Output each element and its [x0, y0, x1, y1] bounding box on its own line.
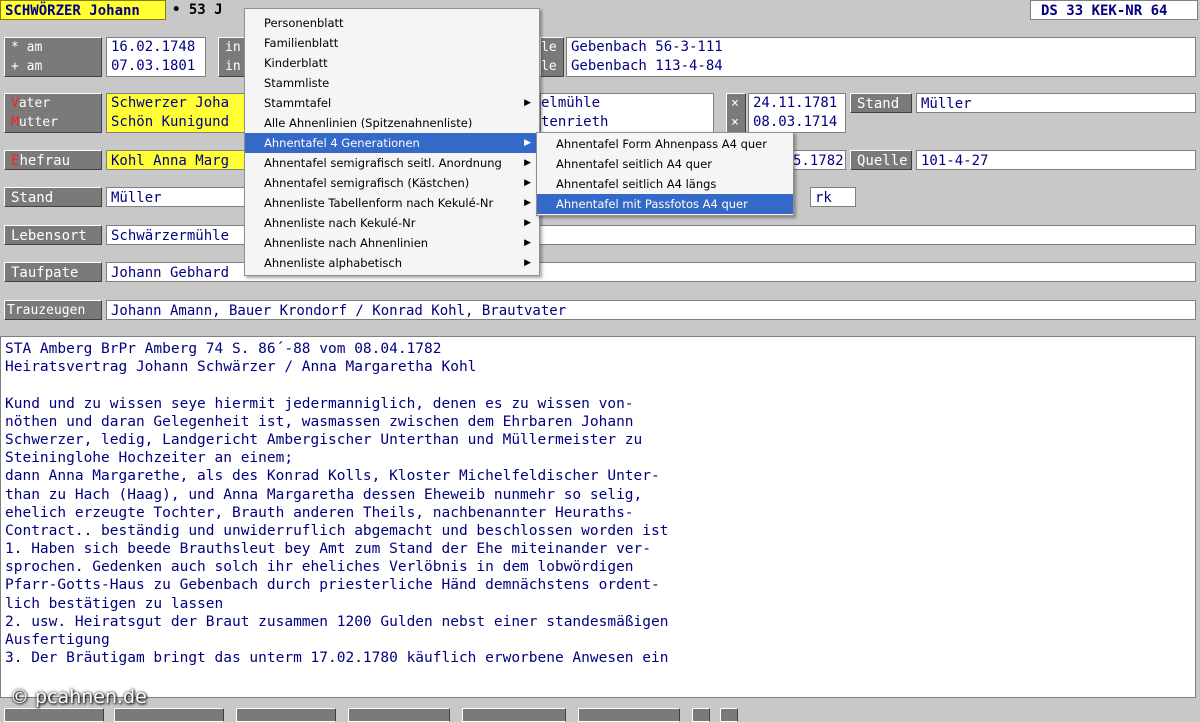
- birth-label: * am: [11, 40, 43, 55]
- submenu-arrow-icon: ▶: [524, 158, 531, 168]
- ds-kek-number: DS 33 KEK-NR 64: [1030, 0, 1198, 20]
- menu-item-stammliste[interactable]: Stammliste: [245, 73, 539, 93]
- mother-marker: ×: [731, 115, 739, 130]
- parent-names[interactable]: Schwerzer Joha Schön Kunigund: [106, 93, 246, 133]
- spouse-name[interactable]: Kohl Anna Marg: [106, 150, 246, 170]
- spouse-quelle-label: Quelle: [850, 150, 912, 170]
- submenu-arrow-icon: ▶: [524, 98, 531, 108]
- notes-line: than zu Hach (Haag), und Anna Margaretha…: [5, 486, 643, 503]
- stand-extra[interactable]: rk: [810, 187, 856, 207]
- submenu-ahnentafel: Ahnentafel Form Ahnenpass A4 quer Ahnent…: [536, 132, 794, 216]
- parent-places[interactable]: elmühle tenrieth: [540, 93, 714, 133]
- birth-quelle-label: le: [541, 40, 557, 55]
- birth-date[interactable]: 16.02.1748: [111, 38, 205, 57]
- mother-place[interactable]: tenrieth: [541, 113, 713, 132]
- father-place[interactable]: elmühle: [541, 94, 713, 113]
- father-stand-value[interactable]: Müller: [916, 93, 1196, 113]
- death-source[interactable]: Gebenbach 113-4-84: [571, 57, 1195, 76]
- notes-line: ehelich erzeugte Tochter, Brauth anderen…: [5, 504, 634, 521]
- parent-dates[interactable]: 24.11.1781 08.03.1714: [748, 93, 846, 133]
- stand-label: Stand: [4, 187, 102, 207]
- notes-line: Schwerzer, ledig, Landgericht Ambergisch…: [5, 431, 643, 448]
- menu-item-alle-ahnenlinien[interactable]: Alle Ahnenlinien (Spitzenahnenliste): [245, 113, 539, 133]
- menu-item-ahnenliste-kekule[interactable]: Ahnenliste nach Kekulé-Nr ▶: [245, 213, 539, 233]
- age-indicator: • 53 J: [172, 2, 223, 18]
- notes-line: Pfarr-Gotts-Haus zu Gebenbach durch prie…: [5, 577, 660, 594]
- submenu-arrow-icon: ▶: [524, 138, 531, 148]
- marriage-date[interactable]: 5.1782: [792, 150, 846, 170]
- notes-line: 2. usw. Heiratsgut der Braut zusammen 12…: [5, 613, 669, 630]
- menu-item-stammtafel[interactable]: Stammtafel ▶: [245, 93, 539, 113]
- mother-label: Mutter: [11, 115, 58, 130]
- birth-death-sources[interactable]: Gebenbach 56-3-111 Gebenbach 113-4-84: [566, 37, 1196, 77]
- submenu-arrow-icon: ▶: [524, 238, 531, 248]
- trauzeugen-value[interactable]: Johann Amann, Bauer Krondorf / Konrad Ko…: [106, 300, 1196, 320]
- context-menu: Personenblatt Familienblatt Kinderblatt …: [244, 8, 540, 276]
- submenu-arrow-icon: ▶: [524, 258, 531, 268]
- notes-line: 1. Haben sich beede Brauthsleut bey Amt …: [5, 541, 652, 558]
- notes-line: Heiratsvertrag Johann Schwärzer / Anna M…: [5, 359, 477, 376]
- menu-item-ahnentafel-4-generationen[interactable]: Ahnentafel 4 Generationen ▶: [245, 133, 539, 153]
- trauzeugen-label: Trauzeugen: [4, 300, 102, 320]
- notes-line: lich bestätigen zu lassen: [5, 595, 224, 612]
- menu-item-familienblatt[interactable]: Familienblatt: [245, 33, 539, 53]
- parent-labels: Vater Mutter: [4, 93, 102, 133]
- spouse-label: Ehefrau: [4, 150, 102, 170]
- notes-line: [5, 376, 1191, 394]
- father-name[interactable]: Schwerzer Joha: [111, 94, 245, 113]
- watermark: © pcahnen.de: [10, 686, 147, 708]
- stand-value[interactable]: Müller: [106, 187, 246, 207]
- menu-item-ahnenliste-tabellenform[interactable]: Ahnenliste Tabellenform nach Kekulé-Nr ▶: [245, 193, 539, 213]
- quelle-labels: le le: [540, 37, 564, 77]
- lebensort-label: Lebensort: [4, 225, 102, 245]
- spouse-quelle-value[interactable]: 101-4-27: [916, 150, 1196, 170]
- notes-textarea[interactable]: STA Amberg BrPr Amberg 74 S. 86´-88 vom …: [0, 336, 1196, 698]
- menu-item-ahnentafel-semigrafisch-kaestchen[interactable]: Ahnentafel semigrafisch (Kästchen) ▶: [245, 173, 539, 193]
- birth-death-labels: * am + am: [4, 37, 102, 77]
- menu-item-ahnenliste-ahnenlinien[interactable]: Ahnenliste nach Ahnenlinien ▶: [245, 233, 539, 253]
- notes-line: Contract.. beständig und unwiderruflich …: [5, 522, 669, 539]
- notes-line: 3. Der Bräutigam bringt das unterm 17.02…: [5, 650, 669, 667]
- submenu-item-seitlich-a4-quer[interactable]: Ahnentafel seitlich A4 quer: [537, 154, 793, 174]
- submenu-item-passfotos-a4-quer[interactable]: Ahnentafel mit Passfotos A4 quer: [537, 194, 793, 214]
- father-marker: ×: [731, 96, 739, 111]
- menu-item-personenblatt[interactable]: Personenblatt: [245, 13, 539, 33]
- notes-line: Kund und zu wissen seye hiermit jederman…: [5, 395, 634, 412]
- submenu-arrow-icon: ▶: [524, 218, 531, 228]
- notes-line: dann Anna Margarethe, als des Konrad Kol…: [5, 468, 660, 485]
- menu-item-ahnenliste-alphabetisch[interactable]: Ahnenliste alphabetisch ▶: [245, 253, 539, 273]
- father-stand-label: Stand: [850, 93, 912, 113]
- menu-item-kinderblatt[interactable]: Kinderblatt: [245, 53, 539, 73]
- submenu-arrow-icon: ▶: [524, 198, 531, 208]
- father-date[interactable]: 24.11.1781: [753, 94, 845, 113]
- notes-line: Ausfertigung: [5, 632, 110, 648]
- birth-death-dates[interactable]: 16.02.1748 07.03.1801: [106, 37, 206, 77]
- death-quelle-label: le: [541, 59, 557, 74]
- taufpate-label: Taufpate: [4, 262, 102, 282]
- parent-markers: × ×: [726, 93, 746, 133]
- notes-line: Steininglohe Hochzeiter an einem;: [5, 450, 294, 467]
- birth-source[interactable]: Gebenbach 56-3-111: [571, 38, 1195, 57]
- submenu-arrow-icon: ▶: [524, 178, 531, 188]
- mother-date[interactable]: 08.03.1714: [753, 113, 845, 132]
- father-label: Vater: [11, 96, 51, 111]
- submenu-item-ahnenpass-a4-quer[interactable]: Ahnentafel Form Ahnenpass A4 quer: [537, 134, 793, 154]
- person-name-header: SCHWÖRZER Johann: [0, 0, 166, 20]
- death-date[interactable]: 07.03.1801: [111, 57, 205, 76]
- menu-item-ahnentafel-semigrafisch-seitlich[interactable]: Ahnentafel semigrafisch seitl. Anordnung…: [245, 153, 539, 173]
- notes-line: sprochen. Gedenken auch solch ihr ehelic…: [5, 559, 634, 576]
- submenu-item-seitlich-a4-laengs[interactable]: Ahnentafel seitlich A4 längs: [537, 174, 793, 194]
- notes-line: nöthen und daran Gelegenheit ist, wasmas…: [5, 413, 634, 430]
- notes-line: STA Amberg BrPr Amberg 74 S. 86´-88 vom …: [5, 341, 442, 357]
- mother-name[interactable]: Schön Kunigund: [111, 113, 245, 132]
- death-label: + am: [11, 59, 43, 74]
